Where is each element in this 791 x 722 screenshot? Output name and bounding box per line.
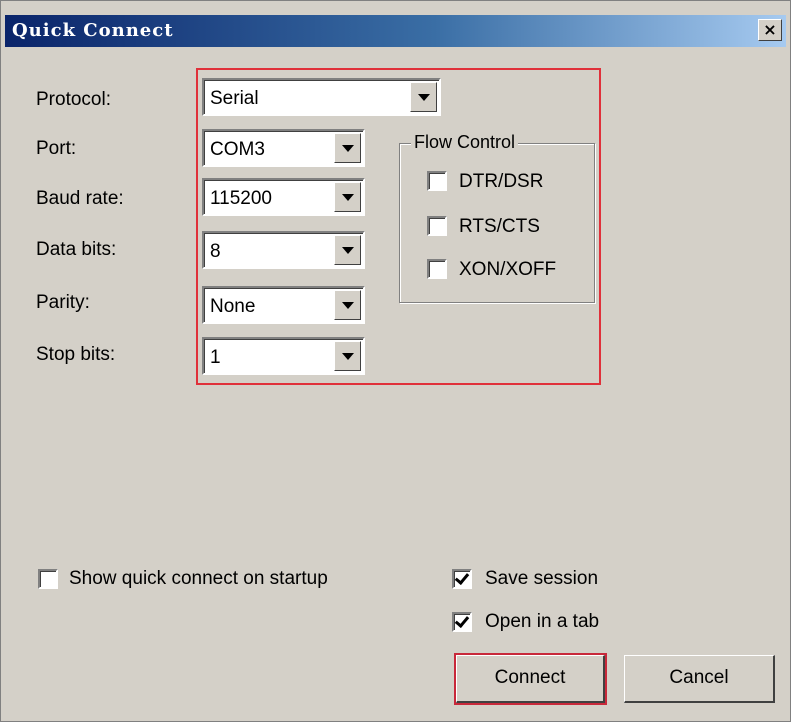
xon-xoff-label: XON/XOFF <box>459 259 557 280</box>
parity-label: Parity: <box>36 292 90 313</box>
chevron-down-icon[interactable] <box>334 341 361 371</box>
data-bits-label: Data bits: <box>36 239 117 260</box>
protocol-select[interactable]: Serial <box>202 78 441 116</box>
data-bits-select[interactable]: 8 <box>202 231 365 269</box>
open-in-tab-checkbox[interactable] <box>452 612 472 632</box>
protocol-value: Serial <box>210 88 259 109</box>
save-session-checkbox[interactable] <box>452 569 472 589</box>
port-value: COM3 <box>210 139 265 160</box>
port-label: Port: <box>36 138 77 159</box>
window-title: Quick Connect <box>12 20 174 41</box>
rts-cts-checkbox[interactable] <box>427 216 447 236</box>
protocol-label: Protocol: <box>36 89 111 110</box>
chevron-down-icon[interactable] <box>334 182 361 212</box>
open-in-tab-label: Open in a tab <box>485 611 600 632</box>
chevron-down-icon[interactable] <box>410 82 437 112</box>
chevron-down-icon[interactable] <box>334 290 361 320</box>
data-bits-value: 8 <box>210 241 221 262</box>
stop-bits-select[interactable]: 1 <box>202 337 365 375</box>
flow-control-legend: Flow Control <box>411 132 519 153</box>
save-session-label: Save session <box>485 568 599 589</box>
cancel-button[interactable]: Cancel <box>624 655 775 703</box>
baud-rate-label: Baud rate: <box>36 188 124 209</box>
quick-connect-dialog: Quick Connect × Protocol: Port: Baud rat… <box>0 0 791 722</box>
parity-value: None <box>210 296 256 317</box>
close-button[interactable]: × <box>758 19 782 41</box>
close-icon: × <box>763 20 777 39</box>
show-on-startup-label: Show quick connect on startup <box>69 568 328 589</box>
dtr-dsr-label: DTR/DSR <box>459 171 544 192</box>
stop-bits-label: Stop bits: <box>36 344 116 365</box>
dtr-dsr-checkbox[interactable] <box>427 171 447 191</box>
stop-bits-value: 1 <box>210 347 221 368</box>
title-bar[interactable]: Quick Connect × <box>5 15 786 47</box>
port-select[interactable]: COM3 <box>202 129 365 167</box>
show-on-startup-checkbox[interactable] <box>38 569 58 589</box>
rts-cts-label: RTS/CTS <box>459 216 540 237</box>
baud-rate-value: 115200 <box>210 188 272 209</box>
xon-xoff-checkbox[interactable] <box>427 259 447 279</box>
baud-rate-select[interactable]: 115200 <box>202 178 365 216</box>
parity-select[interactable]: None <box>202 286 365 324</box>
chevron-down-icon[interactable] <box>334 133 361 163</box>
connect-button[interactable]: Connect <box>454 653 607 705</box>
chevron-down-icon[interactable] <box>334 235 361 265</box>
